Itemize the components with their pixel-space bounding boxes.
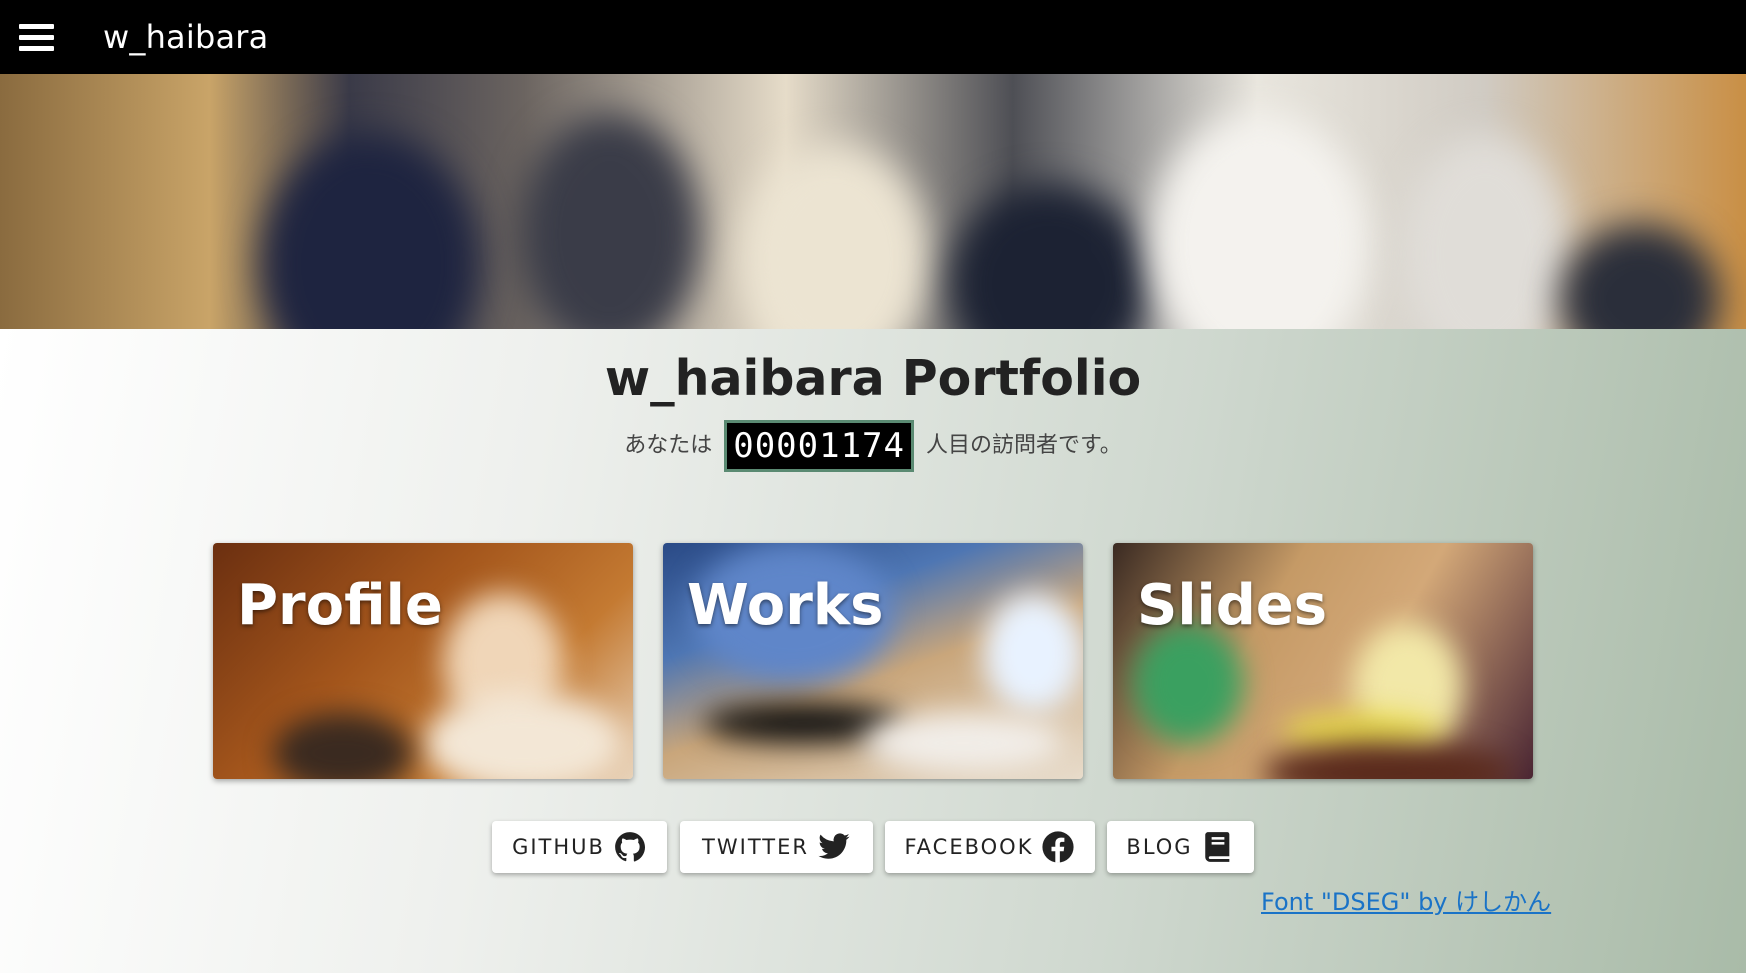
github-label: GITHUB <box>512 835 605 859</box>
blog-label: BLOG <box>1126 835 1193 859</box>
site-title[interactable]: w_haibara <box>103 18 268 56</box>
github-icon <box>615 832 645 862</box>
works-card[interactable]: Works <box>663 543 1083 779</box>
font-credit-link[interactable]: Font "DSEG" by けしかん <box>1261 882 1551 917</box>
slides-card[interactable]: Slides <box>1113 543 1533 779</box>
facebook-button[interactable]: FACEBOOK <box>885 821 1095 873</box>
visitor-prefix: あなたは <box>624 433 713 458</box>
github-button[interactable]: GITHUB <box>492 821 667 873</box>
twitter-button[interactable]: TWITTER <box>680 821 873 873</box>
profile-card-label: Profile <box>237 573 443 638</box>
blog-button[interactable]: BLOG <box>1107 821 1254 873</box>
page-title: w_haibara Portfolio <box>604 350 1142 407</box>
top-navbar: w_haibara <box>0 0 1746 74</box>
works-card-label: Works <box>687 573 884 638</box>
menu-icon[interactable] <box>19 24 54 52</box>
hero-image <box>0 74 1746 329</box>
slides-card-label: Slides <box>1137 573 1328 638</box>
twitter-label: TWITTER <box>702 835 809 859</box>
twitter-icon <box>818 833 850 859</box>
visitor-suffix: 人目の訪問者です。 <box>925 433 1122 458</box>
book-icon <box>1204 832 1229 862</box>
facebook-label: FACEBOOK <box>904 835 1034 859</box>
profile-card[interactable]: Profile <box>213 543 633 779</box>
facebook-icon <box>1042 831 1075 863</box>
visitor-counter-line: あなたは 00001174 人目の訪問者です。 <box>0 420 1746 472</box>
visitor-count: 00001174 <box>724 420 914 472</box>
